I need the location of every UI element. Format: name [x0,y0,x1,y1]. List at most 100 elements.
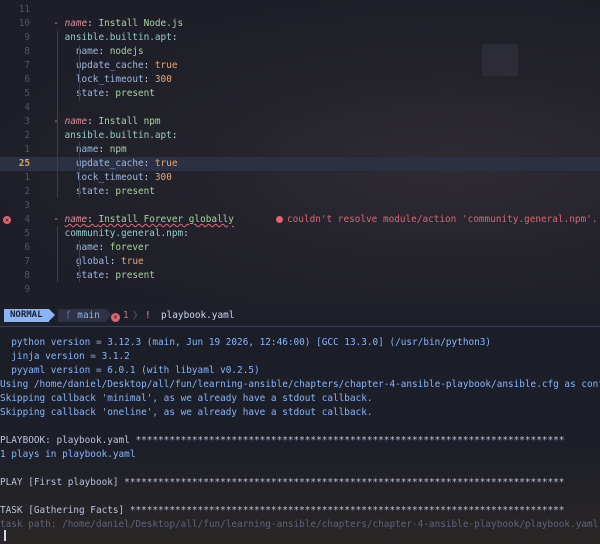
code-token: Install Forever globally [98,214,234,225]
code-line[interactable]: 2 state: present [0,185,600,199]
code-line[interactable]: 6 lock_timeout: 300 [0,73,600,87]
indent-guide [57,128,58,198]
line-number: 3 [24,116,30,127]
code-text: state: present [42,87,155,101]
code-line[interactable]: 4 [0,101,600,115]
line-number: 1 [24,172,30,183]
git-branch-icon: ᚴ [66,310,72,321]
code-line[interactable]: 25 update_cache: true [0,157,600,171]
terminal-cursor [4,530,6,541]
terminal-line: Skipping callback 'oneline', as we alrea… [0,407,373,418]
code-token: name [64,18,88,29]
diagnostic-message: couldn't resolve module/action 'communit… [287,214,600,225]
code-text: update_cache: true [42,59,178,73]
line-number: 10 [18,18,30,29]
code-line[interactable]: 11 [0,3,600,17]
code-token: present [115,270,155,281]
indent-guide [79,142,80,198]
code-token: : [98,144,110,155]
code-token: : [87,214,99,225]
terminal-line: pyyaml version = 6.0.1 (with libyaml v0.… [0,365,260,376]
code-token: forever [109,242,150,253]
code-token: : [98,46,110,57]
code-token: - [53,116,65,127]
line-number: 3 [24,200,30,211]
line-number: 5 [24,88,30,99]
code-line[interactable]: 2 ansible.builtin.apt: [0,129,600,143]
code-token: name [64,214,88,225]
line-number: 8 [24,270,30,281]
code-token: nodejs [109,46,144,57]
line-number: 6 [24,242,30,253]
code-token: : [98,242,110,253]
code-text: - name: Install npm [42,115,160,129]
code-line[interactable]: 1 lock_timeout: 300 [0,171,600,185]
indent-guide [79,240,80,282]
code-line[interactable]: 3 [0,199,600,213]
line-number: 9 [24,284,30,295]
code-line[interactable]: 6 name: forever [0,241,600,255]
error-x-icon[interactable]: ✕ [3,216,11,224]
code-line[interactable]: 7 global: true [0,255,600,269]
code-line[interactable]: 5 state: present [0,87,600,101]
code-token: update_cache [75,60,144,71]
code-line[interactable]: 3 - name: Install npm [0,115,600,129]
line-number: 7 [24,256,30,267]
code-token: lock_timeout [75,74,144,85]
code-line[interactable]: 4 ✕ - name: Install Forever globally could… [0,213,600,227]
diagnostics-count[interactable]: ✕ 1 [111,309,129,322]
line-number: 1 [24,144,30,155]
code-token: : [143,158,155,169]
code-text: lock_timeout: 300 [42,171,172,185]
line-number: 2 [24,130,30,141]
terminal-line: Using /home/daniel/Desktop/all/fun/learn… [0,379,600,390]
code-line[interactable]: 1 name: npm [0,143,600,157]
code-line[interactable]: 7 update_cache: true [0,59,600,73]
indent-guide [79,45,80,101]
code-token: : [109,256,122,267]
code-token: state [75,88,105,99]
code-token: state [75,186,105,197]
code-text: state: present [42,269,155,283]
code-token: : [104,186,116,197]
code-token: present [115,88,155,99]
line-number: 4 [24,102,30,113]
line-number: 25 [18,158,30,169]
code-line[interactable]: 5 community.general.npm: [0,227,600,241]
code-token: : [143,74,155,85]
line-number: 4 [24,214,30,225]
error-dot-icon [276,216,283,223]
code-line[interactable]: 10 - name: Install Node.js [0,17,600,31]
code-line[interactable]: 9 [0,283,600,297]
code-token: lock_timeout [75,172,144,183]
code-token: update_cache [75,158,144,169]
code-token: : [87,116,99,127]
terminal-line: Skipping callback 'minimal', as we alrea… [0,393,373,404]
code-line[interactable]: 8 state: present [0,269,600,283]
code-token: true [154,158,178,169]
git-branch[interactable]: ᚴ main [58,309,112,322]
code-token: ansible.builtin.apt [64,32,172,43]
code-line[interactable]: 9 ansible.builtin.apt: [0,31,600,45]
terminal-line: TASK [Gathering Facts] *****************… [0,505,565,516]
code-token: - [53,18,65,29]
code-token: present [115,186,155,197]
code-line[interactable]: 8 name: nodejs [0,45,600,59]
code-text: state: present [42,185,155,199]
